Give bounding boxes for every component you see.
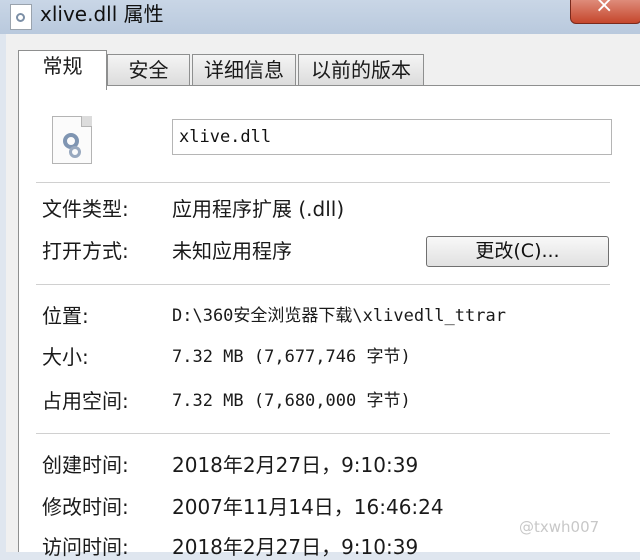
tab-details[interactable]: 详细信息	[192, 54, 296, 85]
disk-size-value: 7.32 MB (7,680,000 字节)	[172, 391, 411, 411]
created-value: 2018年2月27日，9:10:39	[172, 453, 419, 477]
open-with-value: 未知应用程序	[172, 239, 292, 263]
accessed-value: 2018年2月27日，9:10:39	[172, 535, 419, 559]
size-label: 大小:	[42, 345, 89, 369]
file-name-input[interactable]	[172, 119, 612, 155]
file-type-label: 文件类型:	[42, 197, 129, 221]
change-button[interactable]: 更改(C)...	[426, 236, 609, 267]
file-icon	[10, 4, 32, 30]
created-label: 创建时间:	[42, 453, 129, 477]
divider	[36, 433, 610, 434]
watermark: @txwh007	[519, 518, 600, 536]
modified-label: 修改时间:	[42, 495, 129, 519]
divider	[36, 284, 610, 285]
title-bar: xlive.dll 属性	[0, 0, 640, 34]
window-title: xlive.dll 属性	[40, 2, 164, 26]
location-value: D:\360安全浏览器下载\xlivedll_ttrar	[172, 306, 506, 326]
open-with-label: 打开方式:	[42, 239, 129, 263]
disk-size-label: 占用空间:	[42, 389, 129, 413]
tab-security[interactable]: 安全	[107, 54, 190, 85]
tab-general[interactable]: 常规	[18, 50, 107, 90]
gear-icon	[69, 146, 81, 158]
size-value: 7.32 MB (7,677,746 字节)	[172, 347, 411, 367]
file-type-value: 应用程序扩展 (.dll)	[172, 197, 345, 221]
modified-value: 2007年11月14日，16:46:24	[172, 495, 444, 519]
close-icon[interactable]	[570, 0, 640, 24]
divider	[36, 182, 610, 183]
accessed-label: 访问时间:	[42, 535, 129, 559]
tab-previous-versions[interactable]: 以前的版本	[298, 54, 424, 85]
location-label: 位置:	[42, 304, 89, 328]
